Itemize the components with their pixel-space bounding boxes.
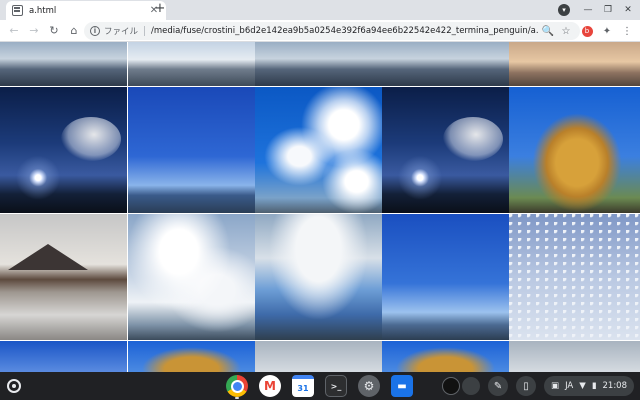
page-content (0, 42, 640, 372)
phone-hub-icon[interactable]: ▯ (516, 376, 537, 396)
scheme-label: ファイル (104, 27, 139, 37)
extension-button[interactable]: b (578, 22, 596, 40)
files-app-icon[interactable]: ▬ (391, 375, 413, 397)
status-tray[interactable]: ▣ JA ▼ ▮ 21:08 (544, 376, 634, 396)
menu-kebab-icon[interactable]: ⋮ (618, 22, 636, 40)
chrome-app-icon[interactable] (226, 375, 248, 399)
photo-moonrise-2 (382, 87, 509, 213)
new-tab-button[interactable]: + (153, 2, 167, 16)
account-avatar[interactable] (442, 377, 461, 395)
toolbar-actions: b ✦ ⋮ (578, 22, 636, 40)
photo-wispy-clouds (255, 214, 382, 340)
ime-indicator: JA (565, 381, 574, 391)
photo-blue-sky-pier (128, 87, 255, 213)
info-icon[interactable]: i (90, 26, 100, 36)
window-controls: ▾ — ❐ ✕ (558, 2, 636, 17)
photo-mount-fuji (0, 214, 127, 340)
wifi-icon: ▼ (579, 381, 586, 391)
close-window-button[interactable]: ✕ (620, 2, 636, 17)
reload-button[interactable]: ↻ (44, 21, 64, 41)
browser-toolbar: ← → ↻ ⌂ i ファイル /media/fuse/crostini_b6d2… (0, 20, 640, 42)
photo-grey-sky (255, 341, 382, 372)
url-text[interactable]: /media/fuse/crostini_b6d2e142ea9b5a0254e… (151, 26, 538, 36)
photo-cloudy-sky (128, 214, 255, 340)
extension-icon: b (581, 25, 593, 37)
back-button[interactable]: ← (4, 21, 24, 41)
divider (144, 26, 146, 36)
tab-a-html[interactable]: a.html ✕ (6, 1, 166, 20)
document-icon (12, 5, 23, 16)
forward-button[interactable]: → (24, 21, 44, 41)
clock: 21:08 (602, 381, 628, 391)
tab-title: a.html (29, 5, 57, 16)
photo-blue-sky (0, 341, 127, 372)
address-bar[interactable]: i ファイル /media/fuse/crostini_b6d2e142ea9b… (84, 22, 580, 40)
photo-blue-sky-pier-2 (382, 214, 509, 340)
restore-button[interactable]: ❐ (600, 2, 616, 17)
tab-search-icon[interactable]: ▾ (558, 3, 570, 16)
secondary-avatar[interactable] (462, 377, 481, 395)
bookmark-star-icon[interactable]: ☆ (558, 23, 574, 39)
home-button[interactable]: ⌂ (64, 21, 84, 41)
photo-mountain-harbor-3 (382, 42, 509, 86)
launcher-button[interactable] (7, 379, 21, 393)
chromeos-shelf: M 31 >_ ⚙ ▬ ✎ ▯ ▣ JA ▼ ▮ 21:08 (0, 372, 640, 400)
settings-app-icon[interactable]: ⚙ (358, 375, 380, 397)
photo-harbor-palm (128, 42, 255, 86)
photo-sunset-lake (509, 42, 640, 86)
photo-mountain-harbor (0, 42, 127, 86)
photo-grid (0, 42, 640, 372)
minimize-button[interactable]: — (580, 2, 596, 17)
photo-mackerel-sky (509, 214, 640, 340)
zoom-icon[interactable]: 🔍 (540, 23, 556, 39)
photo-grey-sky-2 (509, 341, 640, 372)
tab-strip: a.html ✕ + ▾ — ❐ ✕ (0, 0, 640, 20)
screen-capture-icon: ▣ (551, 381, 560, 391)
calendar-app-icon[interactable]: 31 (292, 375, 314, 397)
pinned-apps: M 31 >_ ⚙ ▬ (226, 375, 413, 399)
photo-clouds (255, 87, 382, 213)
stylus-pen-icon[interactable]: ✎ (488, 376, 509, 396)
extensions-puzzle-icon[interactable]: ✦ (598, 22, 616, 40)
photo-moonrise (0, 87, 127, 213)
photo-autumn-tree-3 (382, 341, 509, 372)
photo-autumn-tree-2 (128, 341, 255, 372)
terminal-app-icon[interactable]: >_ (325, 375, 347, 397)
battery-icon: ▮ (591, 381, 597, 391)
photo-autumn-tree (509, 87, 640, 213)
gmail-app-icon[interactable]: M (259, 375, 281, 397)
system-area: ✎ ▯ ▣ JA ▼ ▮ 21:08 (442, 372, 640, 400)
photo-mountain-harbor-2 (255, 42, 382, 86)
